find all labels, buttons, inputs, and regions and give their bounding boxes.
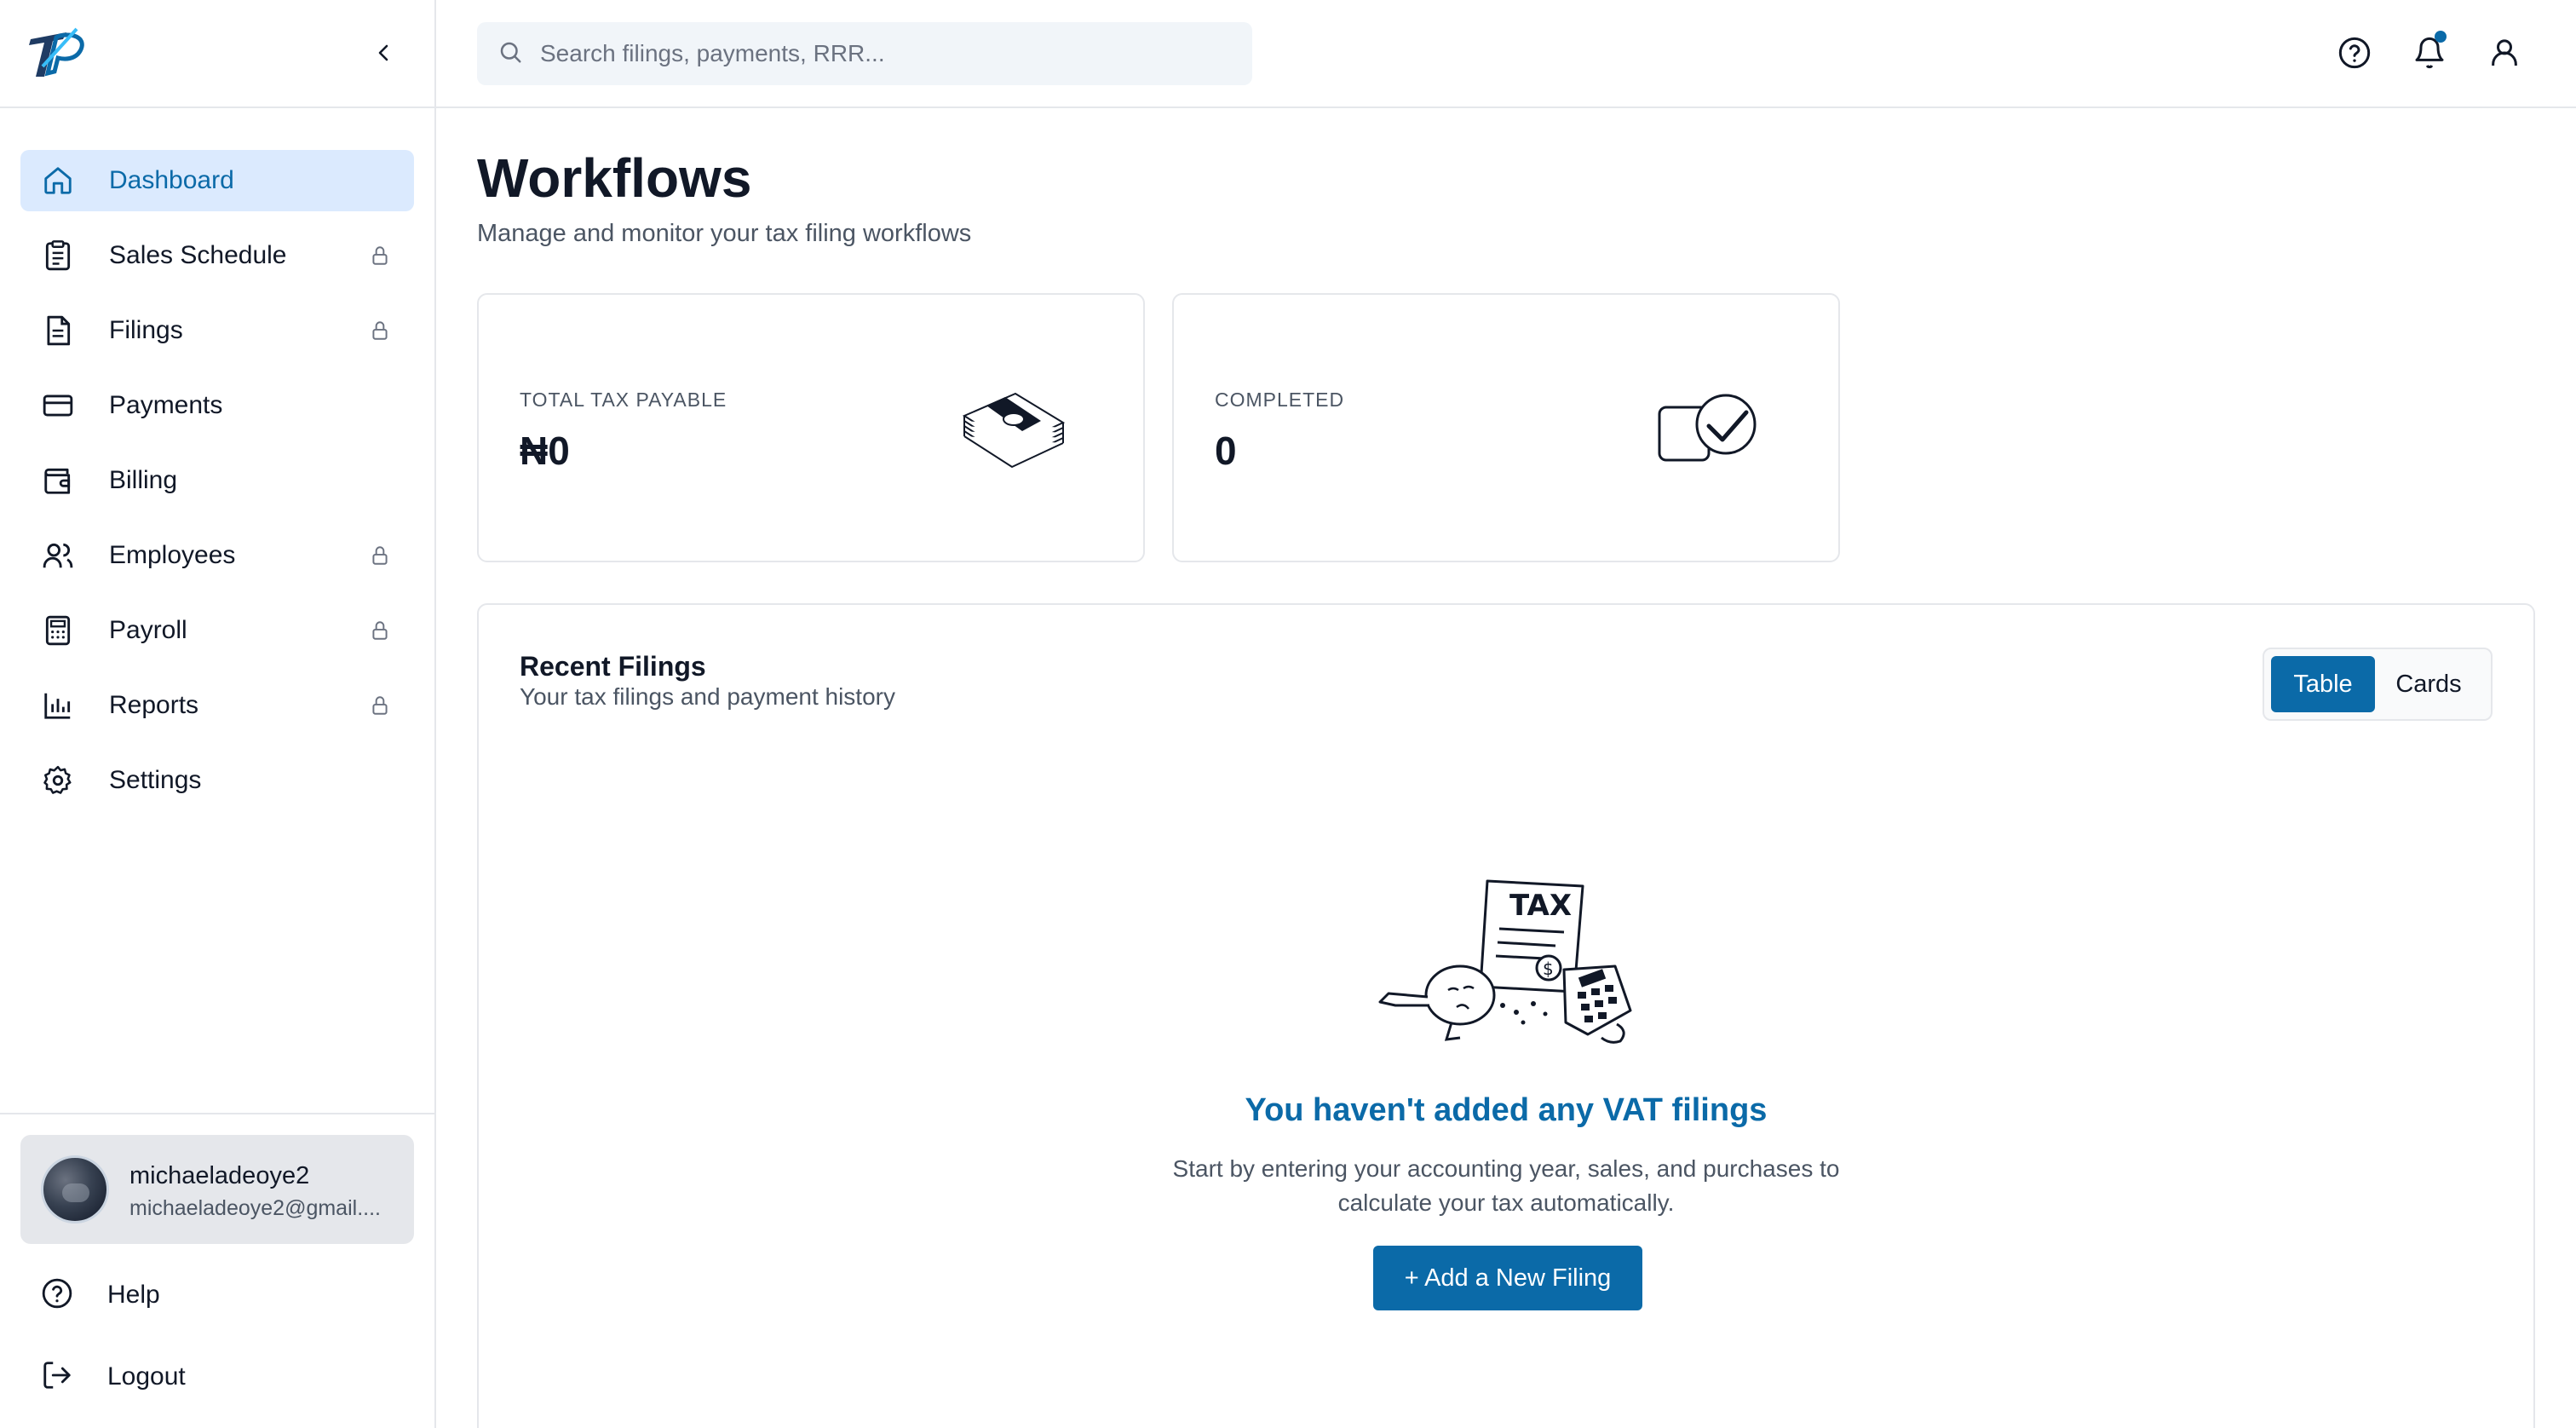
page-subtitle: Manage and monitor your tax filing workf… (477, 220, 972, 247)
empty-state-description-line: calculate your tax automatically. (1337, 1189, 1675, 1216)
notification-badge (2435, 31, 2447, 43)
bar-chart-icon (41, 688, 75, 723)
logout-icon (41, 1359, 73, 1396)
collapse-sidebar-button[interactable] (365, 34, 402, 72)
clipboard-icon (41, 239, 75, 273)
lock-icon (366, 692, 394, 719)
lock-icon (366, 617, 394, 644)
sidebar: Dashboard Sales Schedule Filings Payment… (0, 0, 436, 1428)
panel-subtitle: Your tax filings and payment history (520, 683, 895, 710)
logout-link[interactable]: Logout (20, 1346, 414, 1408)
sidebar-item-label: Reports (109, 691, 199, 719)
tax-text: TAX (1509, 889, 1572, 923)
add-new-filing-button[interactable]: + Add a New Filing (1373, 1246, 1642, 1310)
user-profile-card[interactable]: michaeladeoye2 michaeladeoye2@gmail.... (20, 1135, 414, 1244)
notifications-button[interactable] (2411, 31, 2448, 72)
cards-view-button[interactable]: Cards (2375, 656, 2482, 712)
sidebar-item-label: Payments (109, 391, 223, 419)
wallet-icon (41, 464, 75, 498)
stat-value: ₦0 (520, 429, 570, 473)
help-circle-icon (2338, 37, 2371, 69)
sidebar-item-label: Dashboard (109, 166, 234, 194)
stat-label: COMPLETED (1215, 389, 1345, 411)
lock-icon (366, 242, 394, 269)
calculator-icon (41, 613, 75, 648)
stat-label: TOTAL TAX PAYABLE (520, 389, 727, 411)
sidebar-item-filings[interactable]: Filings (20, 300, 414, 361)
document-icon (41, 314, 75, 348)
profile-button[interactable] (2486, 34, 2523, 72)
checkbox-check-icon (1656, 394, 1767, 475)
sidebar-item-label: Employees (109, 541, 236, 569)
user-icon (2492, 39, 2517, 66)
user-email: michaeladeoye2@gmail.... (129, 1196, 381, 1220)
sidebar-item-label: Sales Schedule (109, 241, 287, 269)
avatar (41, 1155, 109, 1224)
sidebar-item-label: Settings (109, 766, 202, 794)
lock-icon (366, 542, 394, 569)
empty-state-title: You haven't added any VAT filings (1245, 1092, 1768, 1128)
sidebar-item-payments[interactable]: Payments (20, 375, 414, 436)
sidebar-item-settings[interactable]: Settings (20, 750, 414, 811)
stat-card-total-tax: TOTAL TAX PAYABLE ₦0 (477, 293, 1145, 562)
sidebar-item-billing[interactable]: Billing (20, 450, 414, 511)
help-link[interactable]: Help (20, 1264, 414, 1326)
sidebar-item-reports[interactable]: Reports (20, 675, 414, 736)
sidebar-item-dashboard[interactable]: Dashboard (20, 150, 414, 211)
search-input[interactable] (540, 40, 1239, 67)
table-view-button[interactable]: Table (2271, 656, 2375, 712)
sidebar-item-label: Billing (109, 466, 178, 494)
credit-card-icon (41, 389, 75, 423)
gear-icon (41, 763, 75, 797)
sidebar-nav: Dashboard Sales Schedule Filings Payment… (20, 150, 414, 825)
sidebar-item-label: Payroll (109, 616, 187, 644)
sidebar-header (0, 0, 434, 108)
home-icon (41, 164, 75, 198)
money-stack-icon (956, 387, 1067, 476)
empty-state-description-line: Start by entering your accounting year, … (1172, 1155, 1840, 1182)
divider (0, 1113, 434, 1114)
help-circle-icon (41, 1277, 73, 1314)
search-bar[interactable] (477, 22, 1252, 85)
empty-state-description: Start by entering your accounting year, … (479, 1152, 2533, 1220)
top-bar (436, 0, 2576, 108)
svg-text:$: $ (1543, 959, 1554, 979)
users-icon (41, 538, 75, 573)
sidebar-item-payroll[interactable]: Payroll (20, 600, 414, 661)
page-title: Workflows (477, 147, 752, 209)
help-label: Help (107, 1281, 160, 1309)
chevron-left-icon (378, 44, 388, 61)
stat-card-completed: COMPLETED 0 (1172, 293, 1840, 562)
sidebar-item-sales-schedule[interactable]: Sales Schedule (20, 225, 414, 286)
sidebar-item-label: Filings (109, 316, 183, 344)
stat-value: 0 (1215, 429, 1237, 473)
search-icon (497, 39, 523, 69)
recent-filings-panel: Recent Filings Your tax filings and paym… (477, 603, 2535, 1428)
view-toggle: Table Cards (2263, 648, 2493, 721)
logout-label: Logout (107, 1362, 186, 1391)
empty-state-illustration: TAX $ (1375, 878, 1647, 1048)
lock-icon (366, 317, 394, 344)
help-button[interactable] (2336, 34, 2373, 72)
panel-title: Recent Filings (520, 651, 706, 682)
sidebar-item-employees[interactable]: Employees (20, 525, 414, 586)
app-logo[interactable] (26, 24, 89, 83)
user-name: michaeladeoye2 (129, 1162, 310, 1189)
